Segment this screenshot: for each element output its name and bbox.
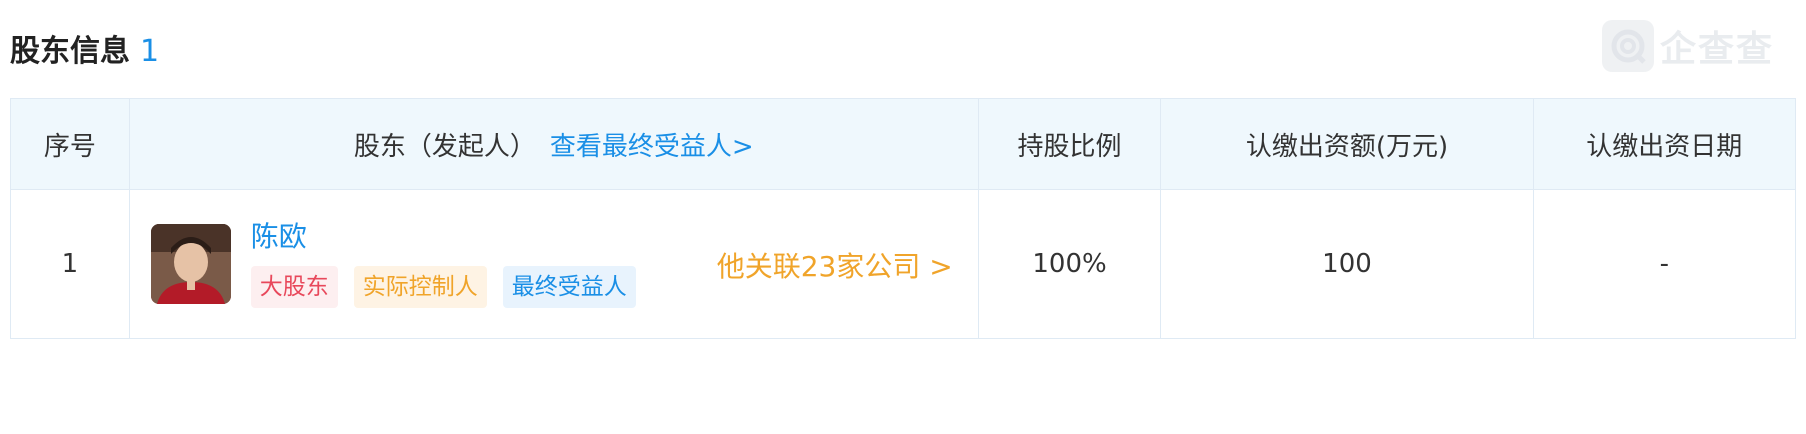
table-header-row: 序号 股东（发起人） 查看最终受益人> 持股比例 认缴出资额(万元) 认缴出资日期	[10, 98, 1797, 190]
row-date: -	[1532, 189, 1797, 339]
header-holder-label: 股东（发起人）	[353, 131, 536, 162]
header-index: 序号	[10, 98, 130, 190]
watermark-text: 企查查	[1659, 29, 1774, 70]
section-title-text: 股东信息	[10, 34, 130, 69]
section-title: 股东信息 1	[10, 26, 159, 70]
qcc-logo-icon	[1601, 20, 1654, 72]
row-ratio: 100%	[977, 189, 1162, 339]
holder-name-link[interactable]: 陈欧	[251, 215, 307, 255]
header-amount: 认缴出资额(万元)	[1160, 98, 1534, 190]
holder-cell: 陈欧 大股东 实际控制人 最终受益人 他关联23家公司 >	[128, 189, 979, 339]
related-companies-link[interactable]: 他关联23家公司 >	[717, 245, 953, 285]
row-amount: 100	[1160, 189, 1534, 339]
tag-actual-controller: 实际控制人	[353, 266, 487, 308]
row-index: 1	[10, 189, 130, 339]
holder-tags: 大股东 实际控制人 最终受益人	[250, 266, 636, 308]
section-count: 1	[140, 34, 160, 69]
header-date: 认缴出资日期	[1532, 98, 1797, 190]
watermark: 企查查	[1601, 20, 1774, 72]
view-beneficiary-link[interactable]: 查看最终受益人>	[550, 132, 754, 162]
avatar[interactable]	[150, 224, 231, 304]
header-holder: 股东（发起人） 查看最终受益人>	[128, 98, 979, 190]
table-row: 1 陈欧 大股东 实际控制人 最终受益人 他关联23家公司 > 100% 100…	[10, 189, 1797, 339]
tag-major-shareholder: 大股东	[250, 266, 338, 308]
header-ratio: 持股比例	[977, 98, 1162, 190]
shareholder-table: 序号 股东（发起人） 查看最终受益人> 持股比例 认缴出资额(万元) 认缴出资日期…	[10, 98, 1797, 339]
tag-ultimate-beneficiary: 最终受益人	[502, 266, 636, 308]
